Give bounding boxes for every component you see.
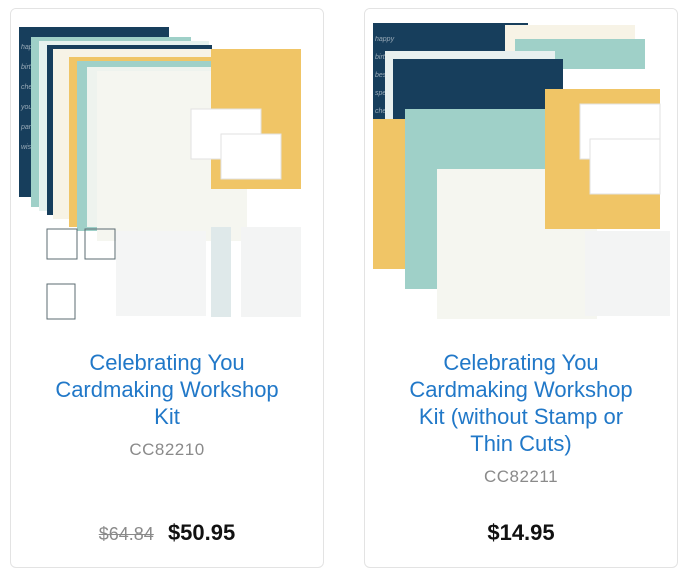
sale-price: $50.95 <box>167 520 236 545</box>
svg-text:happy: happy <box>375 36 395 43</box>
product-image[interactable]: happybirthdaybest dayspecialcheers <box>365 9 678 329</box>
product-card[interactable]: happybirthdaybest dayspecialcheers Celeb… <box>364 8 678 568</box>
product-title[interactable]: Celebrating You Cardmaking Workshop Kit … <box>377 349 665 457</box>
product-title[interactable]: Celebrating You Cardmaking Workshop Kit <box>23 349 311 430</box>
product-sku: CC82210 <box>129 440 205 459</box>
price-row: $64.84 $50.95 <box>11 520 323 546</box>
svg-text:you: you <box>20 104 32 111</box>
price: $14.95 <box>487 520 555 545</box>
title-line[interactable]: Cardmaking Workshop <box>55 377 278 402</box>
title-line[interactable]: Kit (without Stamp or <box>419 404 623 429</box>
title-line[interactable]: Thin Cuts) <box>470 431 571 456</box>
product-sku: CC82211 <box>483 467 559 486</box>
original-price: $64.84 <box>98 524 154 544</box>
price-row: $14.95 <box>365 520 677 546</box>
product-image[interactable]: happybirthdaycheersyoupartywishes <box>11 9 324 329</box>
product-card[interactable]: happybirthdaycheersyoupartywishes Celebr… <box>10 8 324 568</box>
title-line[interactable]: Kit <box>154 404 180 429</box>
title-line[interactable]: Cardmaking Workshop <box>409 377 632 402</box>
title-line[interactable]: Celebrating You <box>443 350 598 375</box>
title-line[interactable]: Celebrating You <box>89 350 244 375</box>
